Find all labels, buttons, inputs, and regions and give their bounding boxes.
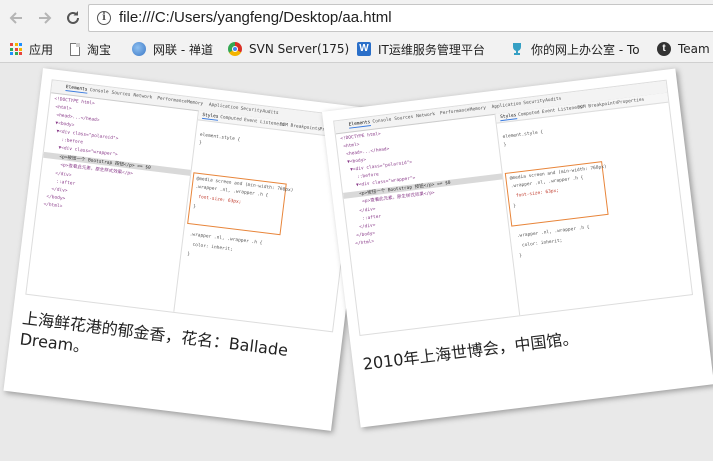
devtools-tab: Elements xyxy=(348,120,371,129)
styles-tab: Computed xyxy=(517,110,540,118)
devtools-tab: Application xyxy=(208,102,239,112)
globe-icon xyxy=(132,42,146,56)
bookmark-it-service[interactable]: W IT运维服务管理平台 xyxy=(357,40,485,58)
devtools-tab: Audits xyxy=(544,96,562,104)
dom-line: </div> xyxy=(50,187,68,194)
apps-grid-icon xyxy=(10,43,22,55)
bookmarks-bar: 应用 淘宝 网联 - 禅道 SVN Server(175) W IT运维服务管理… xyxy=(0,37,713,63)
dom-line: <html> xyxy=(55,104,72,112)
polaroid-card: Elements Console Sources Network Perform… xyxy=(3,68,371,431)
devtools-screenshot: Elements Console Sources Network Perform… xyxy=(333,79,694,336)
styles-tab: DOM Breakpoints xyxy=(577,100,619,111)
devtools-tab: Elements xyxy=(65,85,88,94)
dom-line: </body> xyxy=(356,231,376,239)
dom-line: </html> xyxy=(355,239,375,247)
dom-line: ::after xyxy=(362,214,382,222)
w-logo-icon: W xyxy=(357,42,371,56)
devtools-tab: Memory xyxy=(469,105,487,113)
address-bar[interactable]: i file:///C:/Users/yangfeng/Desktop/aa.h… xyxy=(88,4,713,32)
dom-line: </html> xyxy=(43,202,63,210)
arrow-right-icon xyxy=(39,12,52,24)
bookmark-label: IT运维服务管理平台 xyxy=(378,42,485,57)
url-text[interactable]: file:///C:/Users/yangfeng/Desktop/aa.htm… xyxy=(119,9,392,26)
dom-line: </body> xyxy=(46,194,66,202)
trophy-icon xyxy=(510,42,524,56)
page-content: Elements Console Sources Network Perform… xyxy=(0,63,713,461)
bookmark-team[interactable]: t Team xyxy=(657,40,710,58)
dom-line: <head>...</head> xyxy=(346,146,390,158)
bookmark-label: SVN Server(175) xyxy=(249,42,350,56)
devtools-tab: Performance xyxy=(439,107,470,117)
dom-line: ▼<body> xyxy=(347,157,367,166)
bookmark-label: 你的网上办公室 - To xyxy=(531,42,640,57)
bookmark-label: 应用 xyxy=(29,42,54,57)
back-button[interactable] xyxy=(6,8,26,28)
styles-tab: DOM Breakpoints xyxy=(279,122,321,133)
bookmark-online-office[interactable]: 你的网上办公室 - To xyxy=(510,40,640,58)
style-line: } xyxy=(186,252,191,258)
dom-line: <html> xyxy=(343,142,360,150)
dom-line: ::before xyxy=(61,137,84,146)
chrome-icon xyxy=(228,42,242,56)
styles-tab: Computed xyxy=(219,115,242,123)
styles-tab: Properties xyxy=(617,97,645,106)
style-line: .wrapper .nl, .wrapper .h { xyxy=(516,225,590,240)
dom-line: ▼<body> xyxy=(55,121,75,129)
devtools-tab: Audits xyxy=(262,109,279,117)
style-line: } xyxy=(512,203,517,210)
devtools-screenshot: Elements Console Sources Network Perform… xyxy=(25,79,360,333)
style-line: element.style { xyxy=(199,132,241,143)
bookmark-label: 网联 - 禅道 xyxy=(153,42,213,57)
bookmark-apps[interactable]: 应用 xyxy=(10,40,53,58)
page-icon xyxy=(70,42,80,56)
styles-tab: Styles xyxy=(499,113,517,122)
style-line: } xyxy=(503,142,507,148)
style-line: } xyxy=(198,140,202,146)
bookmark-label: Team xyxy=(678,42,710,56)
devtools-tab: Security xyxy=(523,98,546,107)
dom-tree: <!DOCTYPE html> <html> <head>...</head> … xyxy=(26,94,197,312)
dom-line: <!DOCTYPE html> xyxy=(340,131,382,142)
arrow-left-icon xyxy=(9,12,22,24)
styles-tab: Event Listeners xyxy=(541,105,583,116)
bookmark-label: 淘宝 xyxy=(87,42,112,57)
styles-pane: Styles Computed Event Listeners DOM Brea… xyxy=(494,92,692,316)
info-icon[interactable]: i xyxy=(97,11,111,25)
devtools-tab: Sources xyxy=(111,90,131,98)
bookmark-svn-server[interactable]: SVN Server(175) xyxy=(228,40,349,58)
devtools-tab: Application xyxy=(491,101,522,111)
devtools-tab: Security xyxy=(240,106,263,115)
styles-tab: Styles xyxy=(201,112,219,121)
dom-tree: <!DOCTYPE html> <html> <head>...</head> … xyxy=(336,116,520,335)
style-line: } xyxy=(192,204,197,210)
dom-line: ::before xyxy=(356,172,380,181)
style-line: color: inherit; xyxy=(521,238,563,249)
bookmark-taobao[interactable]: 淘宝 xyxy=(70,40,111,58)
dom-line: </div> xyxy=(359,223,376,231)
devtools-tab: Console xyxy=(89,87,109,96)
devtools-tab: Network xyxy=(415,112,436,120)
style-line: element.style { xyxy=(502,130,544,141)
polaroid-card: Elements Console Sources Network Perform… xyxy=(321,68,713,428)
bookmark-zentao[interactable]: 网联 - 禅道 xyxy=(132,40,213,58)
reload-button[interactable] xyxy=(63,8,83,28)
style-line: color: inherit; xyxy=(192,242,234,253)
dom-line: ::after xyxy=(55,179,76,187)
browser-toolbar: i file:///C:/Users/yangfeng/Desktop/aa.h… xyxy=(0,0,713,37)
forward-button[interactable] xyxy=(35,8,55,28)
devtools-tab: Memory xyxy=(186,99,204,107)
t-logo-icon: t xyxy=(657,42,671,56)
devtools-tab: Sources xyxy=(394,114,414,123)
style-line: } xyxy=(519,253,523,259)
reload-icon xyxy=(67,11,79,24)
devtools-tab: Network xyxy=(133,93,153,101)
devtools-tab: Console xyxy=(372,117,392,125)
devtools-tab: Performance xyxy=(156,96,188,105)
dom-line: </div> xyxy=(359,207,376,215)
dom-line: </div> xyxy=(54,171,72,179)
